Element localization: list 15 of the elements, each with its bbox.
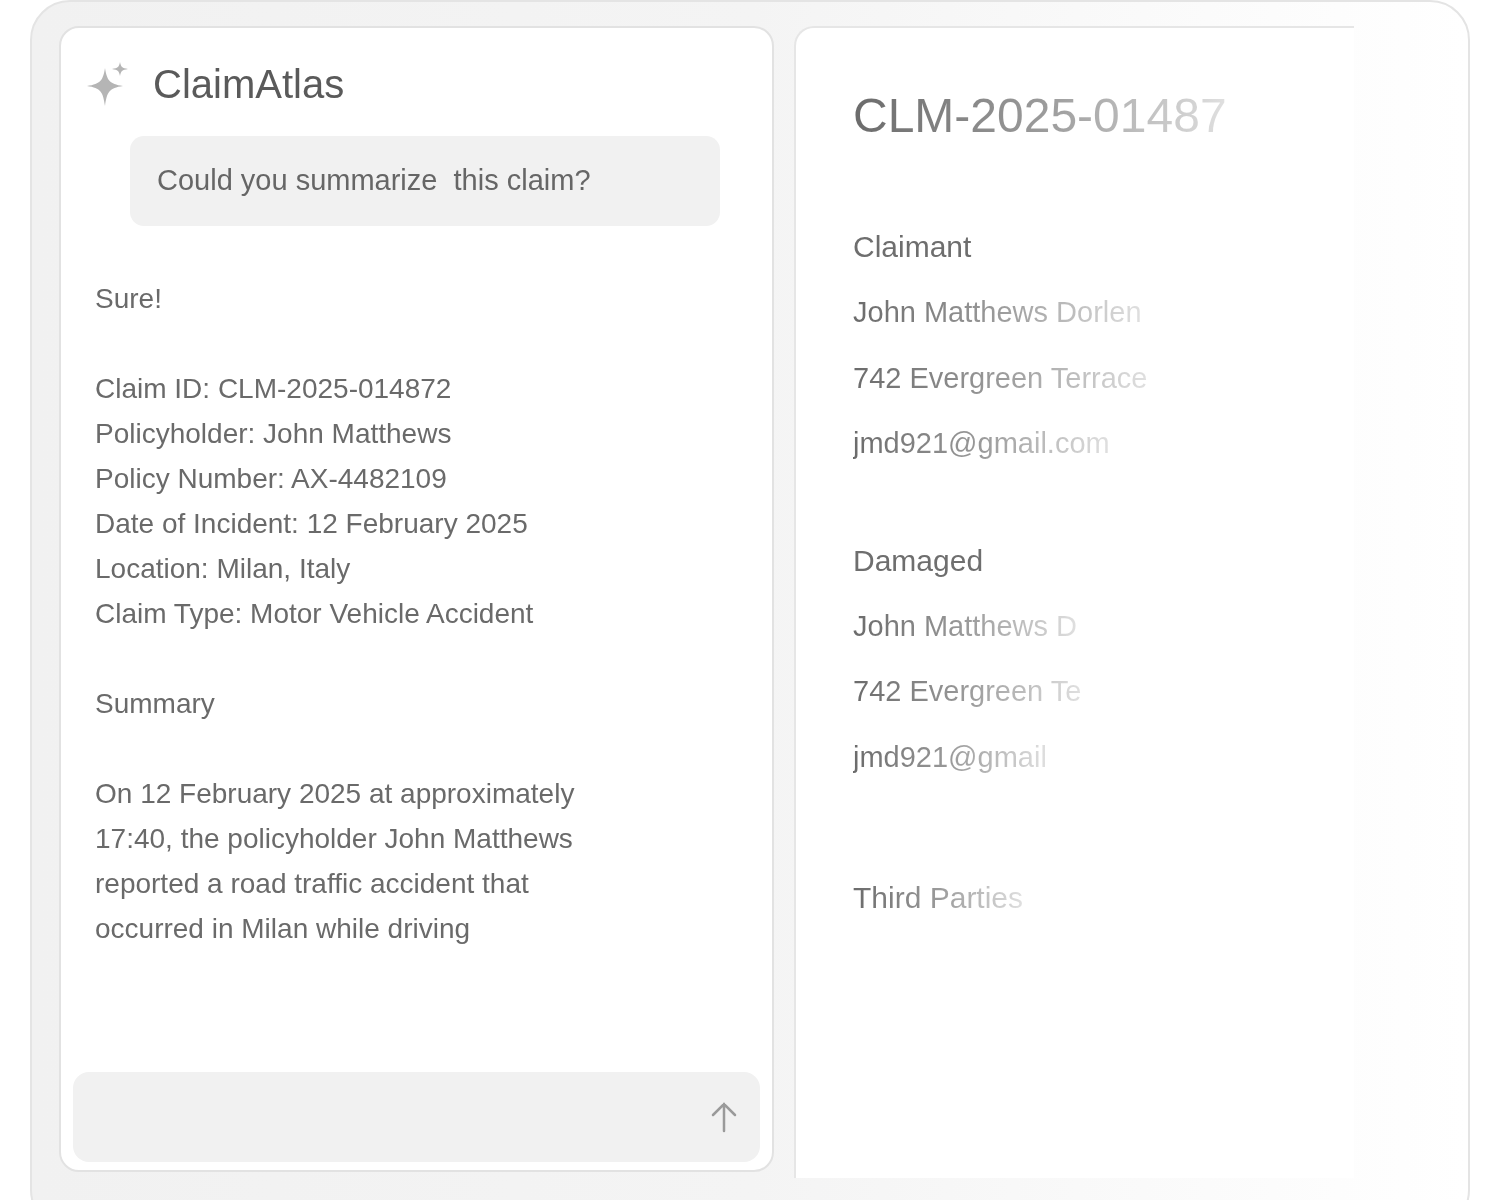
- section-title: Claimant: [853, 229, 972, 265]
- summary-heading: Summary: [95, 687, 216, 721]
- brand-name: ClaimAtlas: [153, 61, 345, 108]
- claim-field: Policy Number: AX-4482109: [95, 456, 760, 501]
- send-arrow-icon[interactable]: [710, 1101, 738, 1133]
- claim-field: Date of Incident: 12 February 2025: [95, 501, 760, 546]
- claim-field: Claim Type: Motor Vehicle Accident: [95, 591, 760, 636]
- claim-field: Location: Milan, Italy: [95, 546, 760, 591]
- section-title: Damaged: [853, 542, 984, 579]
- claim-field: Policyholder: John Matthews: [95, 411, 760, 456]
- message-input[interactable]: [73, 1072, 760, 1162]
- reply-text: Sure!: [95, 282, 163, 316]
- claim-field: Claim ID: CLM-2025-014872: [95, 366, 760, 411]
- summary-text: On 12 February 2025 at approximately 17:40, the policyholder John Matthews reported a road traffic accident that occurred in Milan while driving: [95, 777, 576, 946]
- user-message: Could you summarize this claim?: [130, 136, 720, 226]
